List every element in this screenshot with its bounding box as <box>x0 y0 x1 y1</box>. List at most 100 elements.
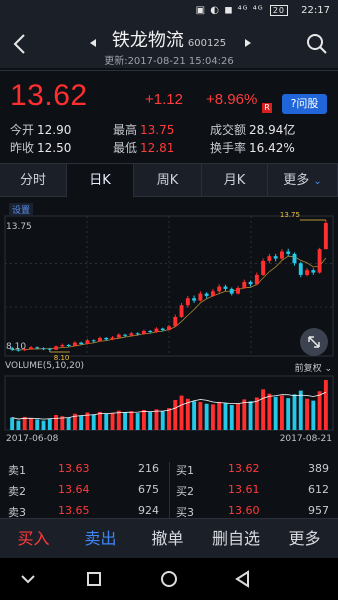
app-header: 铁龙物流 600125 更新:2017-08-21 15:04:26 <box>0 22 338 68</box>
volume-bar <box>47 418 52 430</box>
candle-body <box>116 334 121 338</box>
volume-bar <box>305 398 309 430</box>
back-icon[interactable] <box>233 569 253 589</box>
ask-price: 13.63 <box>58 462 90 475</box>
update-time: 更新:2017-08-21 15:04:26 <box>104 56 234 67</box>
volume-bar <box>267 393 272 430</box>
candle-body <box>267 256 272 261</box>
volume-bar <box>66 417 71 430</box>
cancel-order-button[interactable]: 撤单 <box>134 519 201 559</box>
quote-field-value: 28.94亿 <box>249 123 296 137</box>
home-icon[interactable] <box>159 569 179 589</box>
candle-body <box>167 326 171 331</box>
quote-field-label: 换手率 <box>210 141 247 155</box>
y-max-label: 13.75 <box>6 222 32 232</box>
candle-body <box>66 344 71 346</box>
chart-settings-button[interactable]: 设置 <box>9 203 34 216</box>
candle-body <box>148 330 153 332</box>
chevron-down-icon[interactable] <box>18 569 38 589</box>
candle-body <box>110 337 115 340</box>
candle-body <box>317 249 322 273</box>
stock-name: 铁龙物流 <box>111 30 184 51</box>
candle-body <box>298 263 303 275</box>
volume-bar <box>248 401 253 430</box>
ask-volume: 924 <box>138 504 159 517</box>
ma5-line <box>12 255 327 351</box>
volume-bar <box>217 401 222 430</box>
candle-body <box>229 288 234 294</box>
volume-bar <box>229 405 234 430</box>
tab-2[interactable]: 周K <box>134 164 202 197</box>
volume-bar <box>317 391 322 430</box>
kline-chart[interactable]: 13.75 8.10 设置 13.75 8.10 VOLUME(5,10,20) … <box>0 198 338 460</box>
candle-body <box>286 251 291 254</box>
quote-field-value: 12.81 <box>140 141 175 155</box>
period-tabs: 分时 日K 周K 月K 更多 ⌄ <box>0 163 338 197</box>
status-icons: ▣ ◐ ◼ ⁴ᴳ ⁴ᴳ 20 <box>196 5 288 16</box>
volume-bar <box>273 396 278 430</box>
volume-bar <box>192 401 197 430</box>
recent-apps-icon[interactable] <box>84 569 104 589</box>
volume-bar <box>198 401 203 430</box>
status-time: 22:17 <box>301 5 330 16</box>
fullscreen-icon[interactable] <box>300 328 328 356</box>
date-end-label: 2017-08-21 <box>279 434 332 444</box>
candle-body <box>185 298 190 306</box>
bid-price: 13.62 <box>228 462 260 475</box>
quote-field-value: 12.50 <box>37 141 72 155</box>
volume-bar <box>54 415 59 430</box>
quote-field: 成交额 28.94亿 <box>210 121 295 138</box>
current-price: 13.62 <box>10 79 88 112</box>
volume-bar <box>148 411 153 430</box>
tab-4[interactable]: 更多 ⌄ <box>268 164 338 197</box>
high-marker-label: 13.75 <box>280 211 300 219</box>
sell-button[interactable]: 卖出 <box>67 519 134 559</box>
candle-body <box>35 347 40 349</box>
y-min-label: 8.10 <box>6 342 27 352</box>
candle-body <box>261 260 266 275</box>
tab-3[interactable]: 月K <box>202 164 268 197</box>
candle-body <box>104 337 109 340</box>
tab-0[interactable]: 分时 <box>0 164 67 197</box>
volume-bar <box>223 403 228 430</box>
quote-field-label: 成交额 <box>210 123 247 137</box>
volume-bar <box>292 394 297 430</box>
ask-label: 卖2 <box>8 485 26 498</box>
tab-1[interactable]: 日K <box>67 164 134 197</box>
bid-price: 13.61 <box>228 483 260 496</box>
volume-bar <box>154 409 159 430</box>
volume-title: VOLUME(5,10,20) <box>5 361 85 371</box>
more-actions-button[interactable]: 更多 <box>271 519 338 559</box>
volume-bar <box>79 415 84 430</box>
candle-body <box>29 347 33 350</box>
price-change: +1.12 <box>145 91 183 108</box>
bid-volume: 957 <box>308 504 329 517</box>
candle-body <box>210 291 215 296</box>
next-stock-icon[interactable] <box>243 38 253 48</box>
volume-bar <box>160 411 165 430</box>
order-book: 卖1 13.63 216 买1 13.62 389 卖2 13.64 675 买2 13.61 612… <box>0 458 338 522</box>
candle-body <box>236 287 240 294</box>
date-start-label: 2017-06-08 <box>6 434 59 444</box>
candle-body <box>254 274 259 285</box>
tab-label: 分时 <box>19 173 46 188</box>
candle-body <box>60 344 65 347</box>
volume-bar <box>98 411 102 430</box>
volume-bar <box>323 380 328 430</box>
candle-body <box>192 298 197 301</box>
buy-button[interactable]: 买入 <box>0 519 67 559</box>
volume-bar <box>123 412 128 430</box>
candle-body <box>47 348 52 350</box>
ask-stock-label: 问股 <box>296 97 319 110</box>
search-icon[interactable] <box>306 33 328 55</box>
ask-stock-button[interactable]: ?问股 <box>282 94 327 114</box>
quote-panel: 13.62 +1.12 +8.96% R ?问股 今开 12.90 最高 13.75 成… <box>0 70 338 162</box>
candle-body <box>123 334 128 336</box>
volume-bar <box>286 398 291 430</box>
stock-title-group: 铁龙物流 600125 <box>0 26 338 52</box>
quote-field: 换手率 16.42% <box>210 139 295 156</box>
remove-watchlist-button[interactable]: 删自选 <box>201 519 271 559</box>
volume-bar <box>116 410 121 430</box>
adjust-selector[interactable]: 前复权 ⌄ <box>295 361 332 374</box>
volume-bar <box>29 418 33 430</box>
